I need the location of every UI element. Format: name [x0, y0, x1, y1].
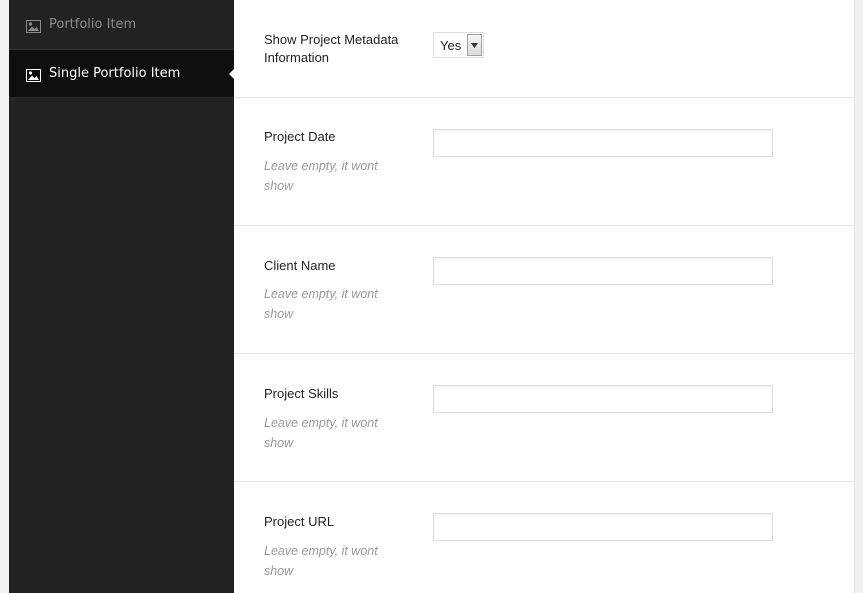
field-row-project-url: Project URL Leave empty, it wont show	[234, 482, 854, 593]
client-name-input[interactable]	[433, 257, 773, 285]
chevron-down-icon[interactable]	[467, 34, 482, 56]
field-description: Leave empty, it wont show	[264, 416, 378, 450]
image-icon	[26, 67, 41, 82]
show-metadata-select[interactable]: Yes	[433, 32, 484, 58]
project-url-input[interactable]	[433, 513, 773, 541]
field-label: Project URL	[264, 514, 335, 529]
project-date-input[interactable]	[433, 129, 773, 157]
sidebar-item-label: Portfolio Item	[49, 17, 137, 32]
settings-main: Show Project Metadata Information Yes Pr…	[234, 0, 854, 593]
sidebar-item-label: Single Portfolio Item	[49, 66, 181, 81]
field-label: Project Date	[264, 129, 336, 144]
options-panel: Portfolio Item Single Portfolio Item Sho…	[0, 0, 863, 593]
select-value: Yes	[440, 38, 462, 53]
image-icon	[26, 18, 41, 33]
left-edge	[0, 0, 9, 593]
field-description: Leave empty, it wont show	[264, 544, 378, 578]
project-skills-input[interactable]	[433, 385, 773, 413]
sidebar: Portfolio Item Single Portfolio Item	[9, 0, 234, 593]
sidebar-item-single-portfolio-item[interactable]: Single Portfolio Item	[9, 50, 234, 98]
field-row-project-skills: Project Skills Leave empty, it wont show	[234, 354, 854, 482]
field-row-show-metadata: Show Project Metadata Information Yes	[234, 0, 854, 98]
field-description: Leave empty, it wont show	[264, 159, 378, 193]
field-row-project-date: Project Date Leave empty, it wont show	[234, 98, 854, 226]
field-description: Leave empty, it wont show	[264, 287, 378, 321]
field-label: Project Skills	[264, 386, 339, 401]
sidebar-item-portfolio-item[interactable]: Portfolio Item	[9, 0, 234, 50]
right-edge	[854, 0, 863, 593]
field-label: Show Project Metadata Information	[264, 32, 399, 65]
field-row-client-name: Client Name Leave empty, it wont show	[234, 226, 854, 354]
field-label: Client Name	[264, 258, 336, 273]
